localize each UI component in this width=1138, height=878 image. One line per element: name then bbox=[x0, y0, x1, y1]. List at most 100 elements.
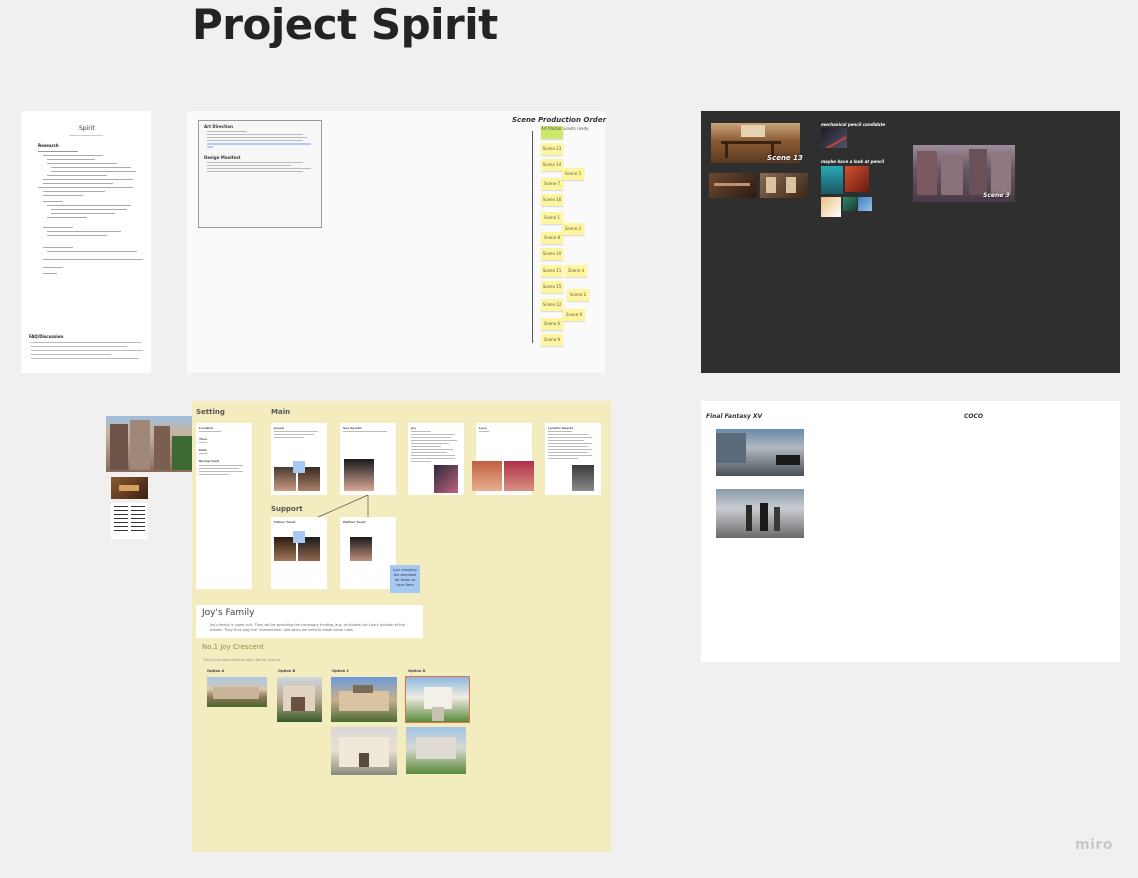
house-option-c2-photo[interactable] bbox=[331, 727, 397, 775]
ffxv-street-photo[interactable] bbox=[716, 489, 804, 538]
scene-sticky[interactable]: Scene 9 bbox=[563, 309, 585, 321]
interior-small-photo[interactable] bbox=[111, 477, 148, 499]
doc-text-line bbox=[43, 259, 143, 260]
doc-text-line bbox=[51, 167, 131, 168]
character-card-joy[interactable]: Joy bbox=[408, 423, 464, 495]
pencil-photo[interactable] bbox=[821, 128, 847, 148]
doc-title: Spirit bbox=[79, 125, 95, 132]
characters-frame[interactable]: Setting Main Support Location Time Date … bbox=[192, 401, 611, 852]
character-text-line bbox=[548, 434, 588, 435]
doc-text-line bbox=[43, 267, 63, 268]
character-portrait[interactable] bbox=[504, 461, 534, 491]
pencil-ref-photo[interactable] bbox=[821, 197, 841, 217]
art-direction-frame[interactable]: Art Direction Design Manifest Scene Prod… bbox=[187, 111, 606, 373]
option-label: Option B bbox=[278, 669, 296, 673]
doc-text-line bbox=[43, 201, 63, 202]
character-text-line bbox=[274, 437, 304, 438]
pencil-ref-photo[interactable] bbox=[843, 197, 857, 211]
pencil-ref-photo[interactable] bbox=[858, 197, 872, 211]
character-portrait[interactable] bbox=[472, 461, 502, 491]
ffxv-city-photo[interactable] bbox=[716, 429, 804, 476]
doc-text-line bbox=[47, 217, 87, 218]
script-document-frame[interactable]: Spirit Research FAQ/Discussion bbox=[21, 111, 151, 373]
scene-sticky[interactable]: Scene 10 bbox=[541, 248, 563, 260]
character-card-mother[interactable]: Mother Yusuf bbox=[340, 517, 396, 589]
blue-sticky-marker[interactable] bbox=[293, 461, 305, 473]
faq-text-line bbox=[31, 342, 141, 343]
scene-sticky[interactable]: Scene 1 bbox=[541, 212, 563, 224]
character-portrait[interactable] bbox=[572, 465, 594, 491]
doc-text-line bbox=[38, 187, 133, 188]
house-option-c-photo[interactable] bbox=[331, 677, 397, 722]
scene-sticky[interactable]: Scene 8 bbox=[541, 232, 563, 244]
pencil-ref-photo[interactable] bbox=[821, 166, 843, 194]
character-text-line bbox=[411, 461, 431, 462]
template-note-sticky[interactable]: Just choosing the template for these to … bbox=[390, 565, 420, 593]
scene-sticky[interactable]: Scene 6 bbox=[541, 318, 563, 330]
setting-text-line bbox=[199, 471, 243, 472]
references-frame[interactable]: Final Fantasy XV COCO bbox=[701, 401, 1120, 662]
scene-sticky[interactable]: Scene 14 bbox=[541, 159, 563, 171]
setting-text-line bbox=[199, 465, 243, 466]
scene-sticky[interactable]: Scene 9 bbox=[541, 334, 563, 346]
option-label: Option C bbox=[332, 669, 350, 673]
green-sticky-note[interactable]: Art Master assets ready bbox=[541, 126, 589, 139]
doc-text-line bbox=[43, 247, 73, 248]
timeline-arrow bbox=[532, 131, 533, 343]
board-title: Project Spirit bbox=[192, 0, 498, 49]
option-label: Option A bbox=[207, 669, 225, 673]
art-text-line bbox=[207, 168, 311, 169]
doc-text-line bbox=[43, 273, 57, 274]
character-card-lucy[interactable]: Lucy bbox=[472, 423, 534, 495]
art-text-line bbox=[207, 171, 303, 172]
scene-sticky[interactable]: Scene 3 bbox=[562, 223, 584, 235]
character-text-line bbox=[548, 446, 588, 447]
doc-text-line bbox=[51, 209, 127, 210]
character-card-lynette[interactable]: Lynette Sparks bbox=[545, 423, 601, 495]
art-direction-box[interactable]: Art Direction Design Manifest bbox=[198, 120, 322, 228]
scene-sticky[interactable]: Scene 15 bbox=[541, 281, 563, 293]
setting-heading: Setting bbox=[196, 408, 225, 416]
scene-sticky[interactable]: Scene 7 bbox=[541, 178, 563, 190]
blue-sticky-marker[interactable] bbox=[293, 531, 305, 543]
character-portrait[interactable] bbox=[350, 537, 372, 561]
text-sheet-thumbnail[interactable] bbox=[111, 503, 148, 539]
joys-family-title: Joy's Family bbox=[202, 608, 255, 618]
doc-text-line bbox=[51, 171, 136, 172]
street-reference-photo[interactable] bbox=[106, 416, 192, 472]
joys-family-box[interactable]: Joy's Family Joy's family is super rich.… bbox=[196, 605, 423, 638]
scene-sticky[interactable]: Scene 2 bbox=[567, 289, 589, 301]
scene-sticky[interactable]: Scene 4 bbox=[565, 265, 587, 277]
faq-heading: FAQ/Discussion bbox=[29, 334, 64, 339]
setting-text-line bbox=[199, 431, 221, 432]
house-option-d-photo[interactable] bbox=[405, 676, 470, 723]
setting-card[interactable]: Location Time Date Background bbox=[196, 423, 252, 589]
scene-sticky[interactable]: Scene 16 bbox=[541, 194, 563, 206]
pencil-ref-photo[interactable] bbox=[845, 166, 869, 192]
character-text-line bbox=[548, 455, 592, 456]
scene-reference-frame[interactable]: Scene 13 mechanical pencil candidate may… bbox=[701, 111, 1120, 373]
setting-text-line bbox=[199, 468, 239, 469]
house-option-a-photo[interactable] bbox=[207, 677, 267, 707]
scene-sticky[interactable]: Scene 11 bbox=[541, 265, 563, 277]
character-card-sea-sparks[interactable]: Sea Sparks bbox=[340, 423, 396, 495]
scene-sticky[interactable]: Scene 5 bbox=[562, 168, 584, 180]
doc-text-line bbox=[47, 159, 95, 160]
character-card-jewell[interactable]: Jewell bbox=[271, 423, 327, 495]
scene-sticky[interactable]: Scene 13 bbox=[541, 143, 563, 155]
doc-text-line bbox=[43, 179, 133, 180]
interior-photo[interactable] bbox=[760, 173, 808, 198]
character-portrait[interactable] bbox=[344, 459, 374, 491]
character-card-father[interactable]: Father Yusuf bbox=[271, 517, 327, 589]
doc-text-line bbox=[47, 235, 107, 236]
support-heading: Support bbox=[271, 505, 303, 513]
scene-sticky[interactable]: Scene 12 bbox=[541, 299, 563, 311]
art-text-line bbox=[207, 140, 303, 141]
house-option-b-photo[interactable] bbox=[277, 677, 322, 722]
joys-family-text: Joy's family is super rich. They will be… bbox=[210, 623, 405, 632]
doc-text-line bbox=[43, 227, 73, 228]
character-portrait[interactable] bbox=[434, 465, 458, 493]
art-text-line bbox=[207, 137, 307, 138]
house-option-d2-photo[interactable] bbox=[406, 727, 466, 774]
interior-photo[interactable] bbox=[709, 173, 757, 198]
